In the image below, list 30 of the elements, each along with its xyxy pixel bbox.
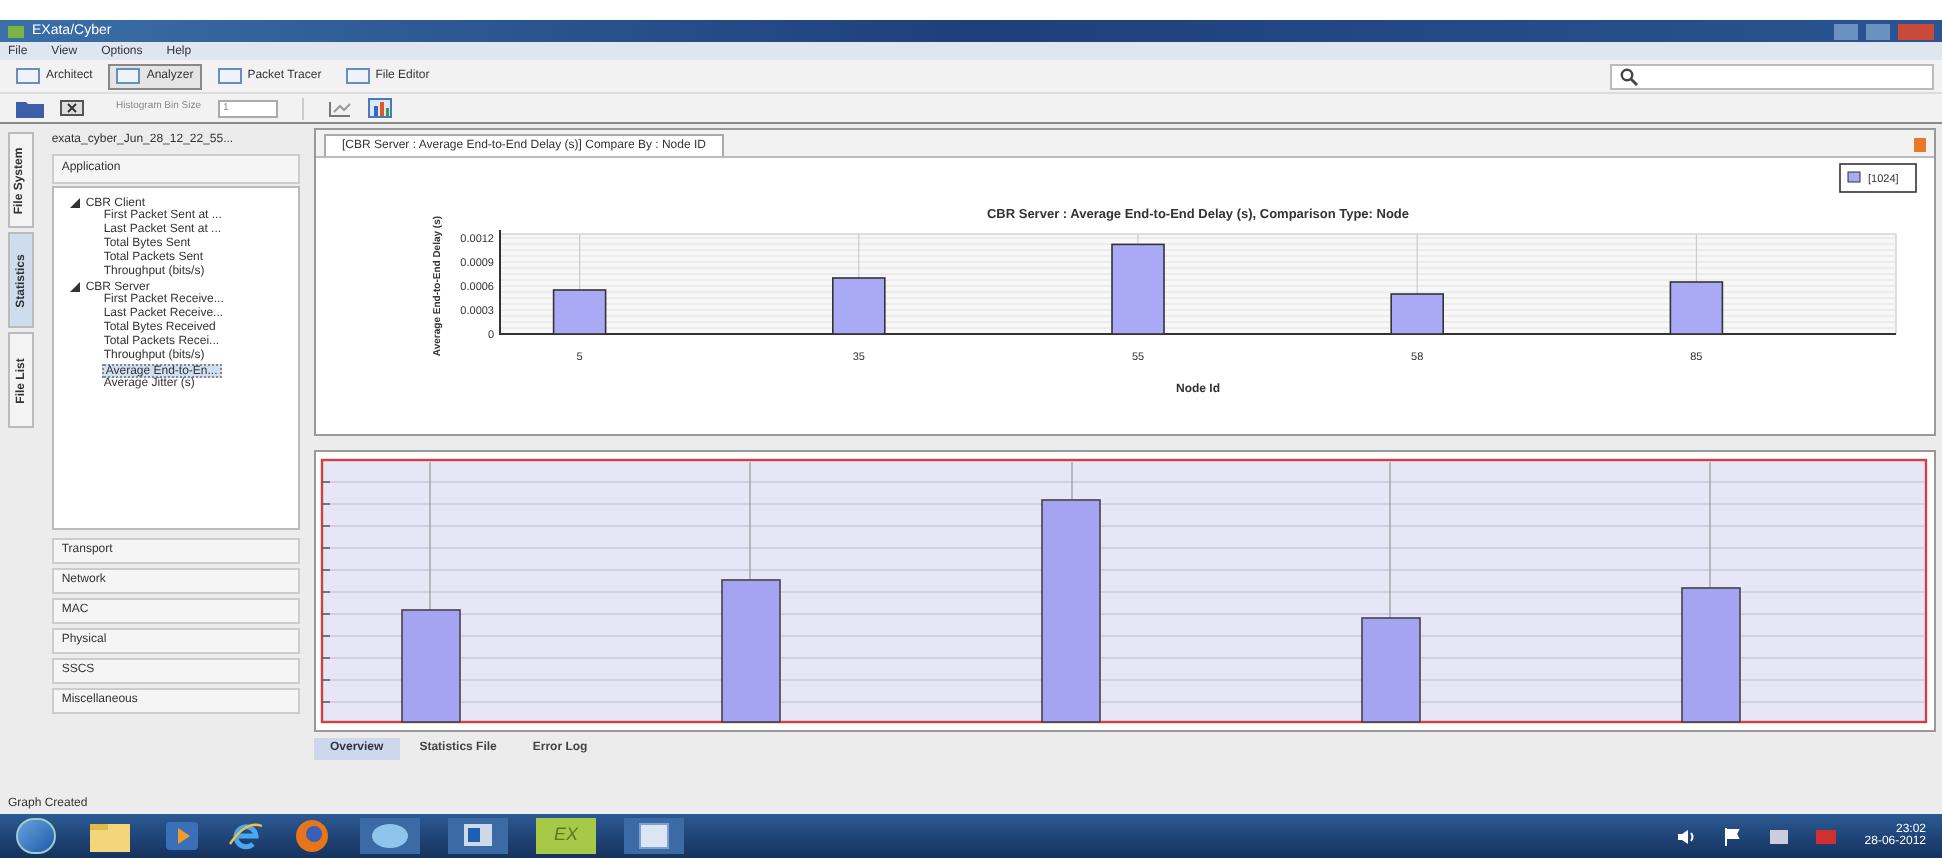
bar-chart-icon[interactable] xyxy=(367,98,392,118)
network-icon[interactable] xyxy=(1770,827,1789,845)
folder-icon[interactable] xyxy=(84,818,136,854)
bar xyxy=(401,609,461,723)
search-field[interactable] xyxy=(1610,63,1934,89)
close-file-icon[interactable] xyxy=(60,100,84,116)
app-icon xyxy=(8,25,24,37)
line-chart-icon[interactable] xyxy=(327,99,352,117)
monitor-icon[interactable] xyxy=(448,818,508,854)
globe-icon[interactable] xyxy=(292,818,332,854)
search-icon xyxy=(1620,67,1638,85)
bar xyxy=(832,277,886,335)
bar xyxy=(1681,587,1741,723)
bar xyxy=(1390,293,1444,335)
bar xyxy=(721,579,781,723)
window-icon[interactable] xyxy=(624,818,684,854)
expanded-icon[interactable] xyxy=(69,282,80,292)
oval-app-icon[interactable] xyxy=(360,818,420,854)
legend-box xyxy=(1839,163,1917,193)
browser-icon[interactable] xyxy=(228,818,264,854)
folder-icon[interactable] xyxy=(16,99,44,117)
bar xyxy=(552,289,607,335)
start-button[interactable] xyxy=(16,818,56,854)
bar xyxy=(1111,243,1165,335)
speaker-icon[interactable] xyxy=(1676,827,1697,845)
media-player-icon[interactable] xyxy=(164,820,200,852)
bar xyxy=(1669,281,1724,335)
flag-icon[interactable] xyxy=(1724,827,1743,845)
expanded-icon[interactable] xyxy=(69,198,80,208)
bar xyxy=(1361,617,1421,723)
